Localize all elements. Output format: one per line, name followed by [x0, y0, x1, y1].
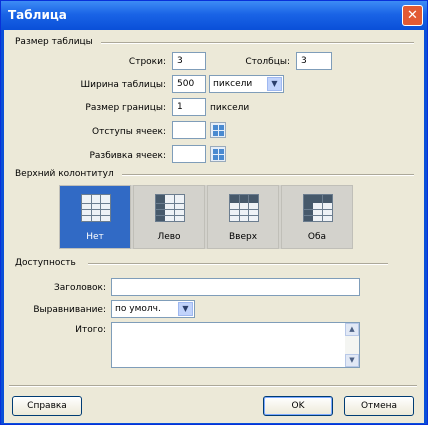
header-option-left-label: Лево [157, 232, 181, 242]
header-option-both[interactable]: Оба [281, 185, 353, 249]
rows-input[interactable]: 3 [172, 52, 206, 70]
header-option-left[interactable]: Лево [133, 185, 205, 249]
table-left-header-icon [155, 194, 185, 222]
access-section-title: Доступность [15, 258, 76, 268]
chevron-down-icon[interactable]: ▼ [178, 302, 193, 316]
padding-label: Отступы ячеек: [92, 127, 166, 137]
cell-padding-icon[interactable] [210, 122, 226, 138]
align-label: Выравнивание: [33, 305, 106, 315]
table-both-header-icon [303, 194, 333, 222]
cols-input[interactable]: 3 [296, 52, 332, 70]
padding-input[interactable] [172, 121, 206, 139]
header-option-none[interactable]: Нет [59, 185, 131, 249]
size-section-divider [101, 42, 414, 44]
close-icon[interactable]: ✕ [402, 5, 423, 26]
cols-label: Столбцы: [245, 57, 290, 67]
spacing-input[interactable] [172, 145, 206, 163]
header-options: Нет Лево Вверх Оба [59, 185, 353, 249]
chevron-down-icon[interactable]: ▼ [267, 77, 282, 91]
border-label: Размер границы: [85, 103, 166, 113]
caption-input[interactable] [111, 278, 360, 296]
header-section-title: Верхний колонтитул [15, 169, 114, 179]
border-unit: пиксели [210, 103, 250, 113]
footer-divider [9, 385, 417, 387]
title-bar[interactable]: Таблица ✕ [1, 1, 427, 30]
cell-spacing-icon[interactable] [210, 146, 226, 162]
scroll-up-icon[interactable]: ▲ [345, 323, 359, 336]
width-label: Ширина таблицы: [80, 80, 166, 90]
header-option-top-label: Вверх [228, 232, 258, 242]
table-icon [81, 194, 111, 222]
align-value: по умолч. [115, 304, 161, 314]
spacing-label: Разбивка ячеек: [89, 151, 166, 161]
width-unit-value: пиксели [213, 79, 253, 89]
cancel-button[interactable]: Отмена [344, 396, 414, 416]
help-button[interactable]: Справка [12, 396, 82, 416]
align-select[interactable]: по умолч. ▼ [111, 300, 195, 318]
summary-textarea[interactable]: ▲ ▼ [111, 322, 360, 368]
header-section-divider [122, 174, 414, 176]
summary-scrollbar[interactable]: ▲ ▼ [345, 323, 359, 367]
dialog-body: Размер таблицы Строки: 3 Столбцы: 3 Шири… [4, 30, 424, 423]
summary-label: Итого: [75, 325, 106, 335]
width-input[interactable]: 500 [172, 75, 206, 93]
size-section-title: Размер таблицы [15, 37, 93, 47]
table-dialog: Таблица ✕ Размер таблицы Строки: 3 Столб… [0, 0, 428, 425]
caption-label: Заголовок: [53, 283, 106, 293]
header-option-both-label: Оба [307, 232, 327, 242]
table-top-header-icon [229, 194, 259, 222]
width-unit-select[interactable]: пиксели ▼ [209, 75, 284, 93]
access-section-divider [88, 263, 388, 265]
border-input[interactable]: 1 [172, 98, 206, 116]
window-title: Таблица [8, 8, 67, 22]
header-option-none-label: Нет [86, 232, 104, 242]
scroll-down-icon[interactable]: ▼ [345, 354, 359, 367]
rows-label: Строки: [128, 57, 166, 67]
ok-button[interactable]: OK [263, 396, 333, 416]
header-option-top[interactable]: Вверх [207, 185, 279, 249]
